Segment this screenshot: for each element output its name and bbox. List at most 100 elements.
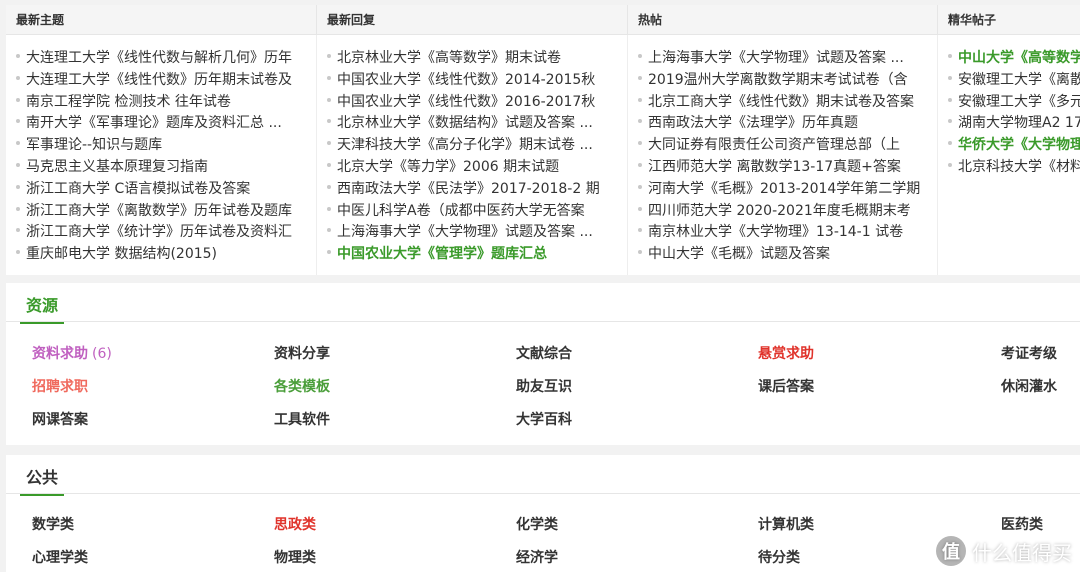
thread-link[interactable]: 安徽理工大学《多元 xyxy=(948,92,1080,114)
thread-link[interactable]: 大连理工大学《线性代数》历年期末试卷及 xyxy=(16,70,316,92)
forum-category-label[interactable]: 待分类 xyxy=(758,550,800,566)
thread-link[interactable]: 北京科技大学《材料 xyxy=(948,157,1080,179)
forum-category-label[interactable]: 休闲灌水 xyxy=(1001,379,1057,395)
thread-link[interactable]: 河南大学《毛概》2013-2014学年第二学期 xyxy=(638,179,937,201)
forum-category-link[interactable]: 工具软件 xyxy=(274,409,330,429)
thread-link[interactable]: 浙江工商大学《统计学》历年试卷及资料汇 xyxy=(16,222,316,244)
thread-title[interactable]: 马克思主义基本原理复习指南 xyxy=(26,159,208,175)
thread-link[interactable]: 南京林业大学《大学物理》13-14-1 试卷 xyxy=(638,222,937,244)
thread-title[interactable]: 湖南大学物理A2 17 xyxy=(958,115,1080,131)
forum-category-link[interactable]: 各类模板 xyxy=(274,376,330,396)
thread-title[interactable]: 军事理论--知识与题库 xyxy=(26,137,162,153)
thread-title[interactable]: 天津科技大学《高分子化学》期末试卷 ... xyxy=(337,137,593,153)
forum-category-label[interactable]: 工具软件 xyxy=(274,412,330,428)
thread-link[interactable]: 中山大学《毛概》试题及答案 xyxy=(638,244,937,266)
forum-category-label[interactable]: 数学类 xyxy=(32,517,74,533)
thread-title[interactable]: 中国农业大学《线性代数》2016-2017秋 xyxy=(337,94,595,110)
thread-link[interactable]: 北京大学《等力学》2006 期末试题 xyxy=(327,157,627,179)
forum-category-link[interactable]: 考证考级 xyxy=(1001,343,1057,363)
thread-title[interactable]: 西南政法大学《法理学》历年真题 xyxy=(648,115,858,131)
thread-link[interactable]: 南京工程学院 检测技术 往年试卷 xyxy=(16,92,316,114)
thread-title[interactable]: 南开大学《军事理论》题库及资料汇总 ... xyxy=(26,115,282,131)
forum-category-label[interactable]: 物理类 xyxy=(274,550,316,566)
thread-title[interactable]: 大同证券有限责任公司资产管理总部（上 xyxy=(648,137,900,153)
thread-link[interactable]: 上海海事大学《大学物理》试题及答案 ... xyxy=(638,48,937,70)
forum-category-link[interactable]: 招聘求职 xyxy=(32,376,88,396)
thread-link[interactable]: 北京林业大学《数据结构》试题及答案 ... xyxy=(327,113,627,135)
thread-title[interactable]: 中山大学《高等数学 xyxy=(958,50,1080,66)
forum-category-link[interactable]: 思政类 xyxy=(274,514,316,534)
thread-title[interactable]: 大连理工大学《线性代数》历年期末试卷及 xyxy=(26,72,292,88)
thread-title[interactable]: 重庆邮电大学 数据结构(2015) xyxy=(26,246,217,262)
forum-category-link[interactable]: 资料分享 xyxy=(274,343,330,363)
forum-category-label[interactable]: 心理学类 xyxy=(32,550,88,566)
thread-link[interactable]: 浙江工商大学 C语言模拟试卷及答案 xyxy=(16,179,316,201)
forum-category-link[interactable]: 物理类 xyxy=(274,547,316,567)
thread-link[interactable]: 北京林业大学《高等数学》期末试卷 xyxy=(327,48,627,70)
forum-category-label[interactable]: 课后答案 xyxy=(758,379,814,395)
forum-category-link[interactable]: 课后答案 xyxy=(758,376,814,396)
forum-category-label[interactable]: 悬赏求助 xyxy=(758,346,814,362)
thread-link[interactable]: 西南政法大学《民法学》2017-2018-2 期 xyxy=(327,179,627,201)
thread-title[interactable]: 北京林业大学《高等数学》期末试卷 xyxy=(337,50,561,66)
thread-title[interactable]: 北京大学《等力学》2006 期末试题 xyxy=(337,159,559,175)
thread-title[interactable]: 中国农业大学《管理学》题库汇总 xyxy=(337,246,547,262)
forum-category-label[interactable]: 大学百科 xyxy=(516,412,572,428)
forum-category-label[interactable]: 资料求助 xyxy=(32,346,88,362)
thread-link[interactable]: 中国农业大学《管理学》题库汇总 xyxy=(327,244,627,266)
thread-title[interactable]: 大连理工大学《线性代数与解析几何》历年 xyxy=(26,50,292,66)
forum-category-link[interactable]: 大学百科 xyxy=(516,409,572,429)
forum-category-link[interactable]: 计算机类 xyxy=(758,514,814,534)
forum-category-label[interactable]: 计算机类 xyxy=(758,517,814,533)
thread-title[interactable]: 浙江工商大学《离散数学》历年试卷及题库 xyxy=(26,203,292,219)
forum-category-link[interactable]: 数学类 xyxy=(32,514,74,534)
forum-category-link[interactable]: 休闲灌水 xyxy=(1001,376,1057,396)
thread-title[interactable]: 江西师范大学 离散数学13-17真题+答案 xyxy=(648,159,901,175)
thread-title[interactable]: 2019温州大学离散数学期末考试试卷（含 xyxy=(648,72,908,88)
thread-title[interactable]: 北京工商大学《线性代数》期末试卷及答案 xyxy=(648,94,914,110)
thread-link[interactable]: 大连理工大学《线性代数与解析几何》历年 xyxy=(16,48,316,70)
thread-title[interactable]: 南京林业大学《大学物理》13-14-1 试卷 xyxy=(648,224,903,240)
thread-title[interactable]: 中国农业大学《线性代数》2014-2015秋 xyxy=(337,72,595,88)
thread-title[interactable]: 上海海事大学《大学物理》试题及答案 ... xyxy=(337,224,593,240)
public-section-title[interactable]: 公共 xyxy=(20,464,65,496)
forum-category-link[interactable]: 医药类 xyxy=(1001,514,1043,534)
thread-link[interactable]: 天津科技大学《高分子化学》期末试卷 ... xyxy=(327,135,627,157)
forum-category-link[interactable]: 网课答案 xyxy=(32,409,88,429)
thread-title[interactable]: 四川师范大学 2020-2021年度毛概期末考 xyxy=(648,203,911,219)
thread-link[interactable]: 江西师范大学 离散数学13-17真题+答案 xyxy=(638,157,937,179)
thread-title[interactable]: 华侨大学《大学物理 xyxy=(958,137,1080,153)
thread-title[interactable]: 西南政法大学《民法学》2017-2018-2 期 xyxy=(337,181,600,197)
hot-threads-header[interactable]: 热帖 xyxy=(628,5,938,35)
forum-category-label[interactable]: 资料分享 xyxy=(274,346,330,362)
thread-link[interactable]: 中山大学《高等数学 xyxy=(948,48,1080,70)
thread-link[interactable]: 西南政法大学《法理学》历年真题 xyxy=(638,113,937,135)
latest-topics-header[interactable]: 最新主题 xyxy=(6,5,317,35)
resources-section-title[interactable]: 资源 xyxy=(20,292,65,324)
thread-title[interactable]: 河南大学《毛概》2013-2014学年第二学期 xyxy=(648,181,920,197)
thread-title[interactable]: 安徽理工大学《离散 xyxy=(958,72,1080,88)
thread-title[interactable]: 上海海事大学《大学物理》试题及答案 ... xyxy=(648,50,904,66)
thread-link[interactable]: 军事理论--知识与题库 xyxy=(16,135,316,157)
forum-category-label[interactable]: 文献综合 xyxy=(516,346,572,362)
forum-category-label[interactable]: 网课答案 xyxy=(32,412,88,428)
thread-link[interactable]: 中国农业大学《线性代数》2016-2017秋 xyxy=(327,92,627,114)
thread-title[interactable]: 北京林业大学《数据结构》试题及答案 ... xyxy=(337,115,593,131)
forum-category-label[interactable]: 经济学 xyxy=(516,550,558,566)
forum-category-label[interactable]: 招聘求职 xyxy=(32,379,88,395)
forum-category-label[interactable]: 各类模板 xyxy=(274,379,330,395)
thread-link[interactable]: 大同证券有限责任公司资产管理总部（上 xyxy=(638,135,937,157)
thread-title[interactable]: 中山大学《毛概》试题及答案 xyxy=(648,246,830,262)
forum-category-label[interactable]: 医药类 xyxy=(1001,517,1043,533)
thread-title[interactable]: 北京科技大学《材料 xyxy=(958,159,1080,175)
thread-link[interactable]: 上海海事大学《大学物理》试题及答案 ... xyxy=(327,222,627,244)
thread-title[interactable]: 浙江工商大学 C语言模拟试卷及答案 xyxy=(26,181,250,197)
thread-link[interactable]: 中医儿科学A卷（成都中医药大学无答案 xyxy=(327,201,627,223)
thread-link[interactable]: 四川师范大学 2020-2021年度毛概期末考 xyxy=(638,201,937,223)
thread-link[interactable]: 湖南大学物理A2 17 xyxy=(948,113,1080,135)
forum-category-link[interactable]: 经济学 xyxy=(516,547,558,567)
thread-link[interactable]: 南开大学《军事理论》题库及资料汇总 ... xyxy=(16,113,316,135)
forum-category-label[interactable]: 思政类 xyxy=(274,517,316,533)
thread-link[interactable]: 安徽理工大学《离散 xyxy=(948,70,1080,92)
forum-category-link[interactable]: 资料求助 (6) xyxy=(32,343,112,363)
